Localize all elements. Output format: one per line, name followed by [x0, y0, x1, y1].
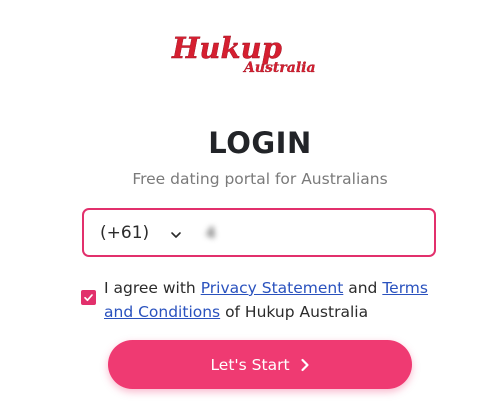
lets-start-button[interactable]: Let's Start [108, 340, 412, 389]
page-title: LOGIN [208, 126, 312, 160]
privacy-statement-link[interactable]: Privacy Statement [201, 279, 344, 297]
site-logo[interactable]: Hukup Australia [0, 26, 496, 82]
page-subtitle: Free dating portal for Australians [132, 170, 388, 188]
chevron-right-icon [300, 358, 310, 372]
country-code-value: (+61) [100, 222, 150, 243]
agreement-middle: and [343, 279, 383, 297]
logo-sub-text: Australia [242, 60, 316, 76]
lets-start-label: Let's Start [210, 355, 290, 374]
agreement-prefix: I agree with [104, 279, 201, 297]
phone-number-input[interactable] [206, 220, 306, 246]
chevron-down-icon [170, 226, 182, 246]
check-icon [84, 294, 93, 302]
phone-field-group: (+61) [82, 208, 436, 257]
agreement-text: I agree with Privacy Statement and Terms… [104, 276, 452, 324]
country-code-select[interactable]: (+61) [100, 210, 192, 255]
hukup-australia-logo: Hukup Australia [171, 31, 316, 76]
agreement-suffix: of Hukup Australia [220, 303, 369, 321]
agree-checkbox[interactable] [81, 290, 96, 305]
